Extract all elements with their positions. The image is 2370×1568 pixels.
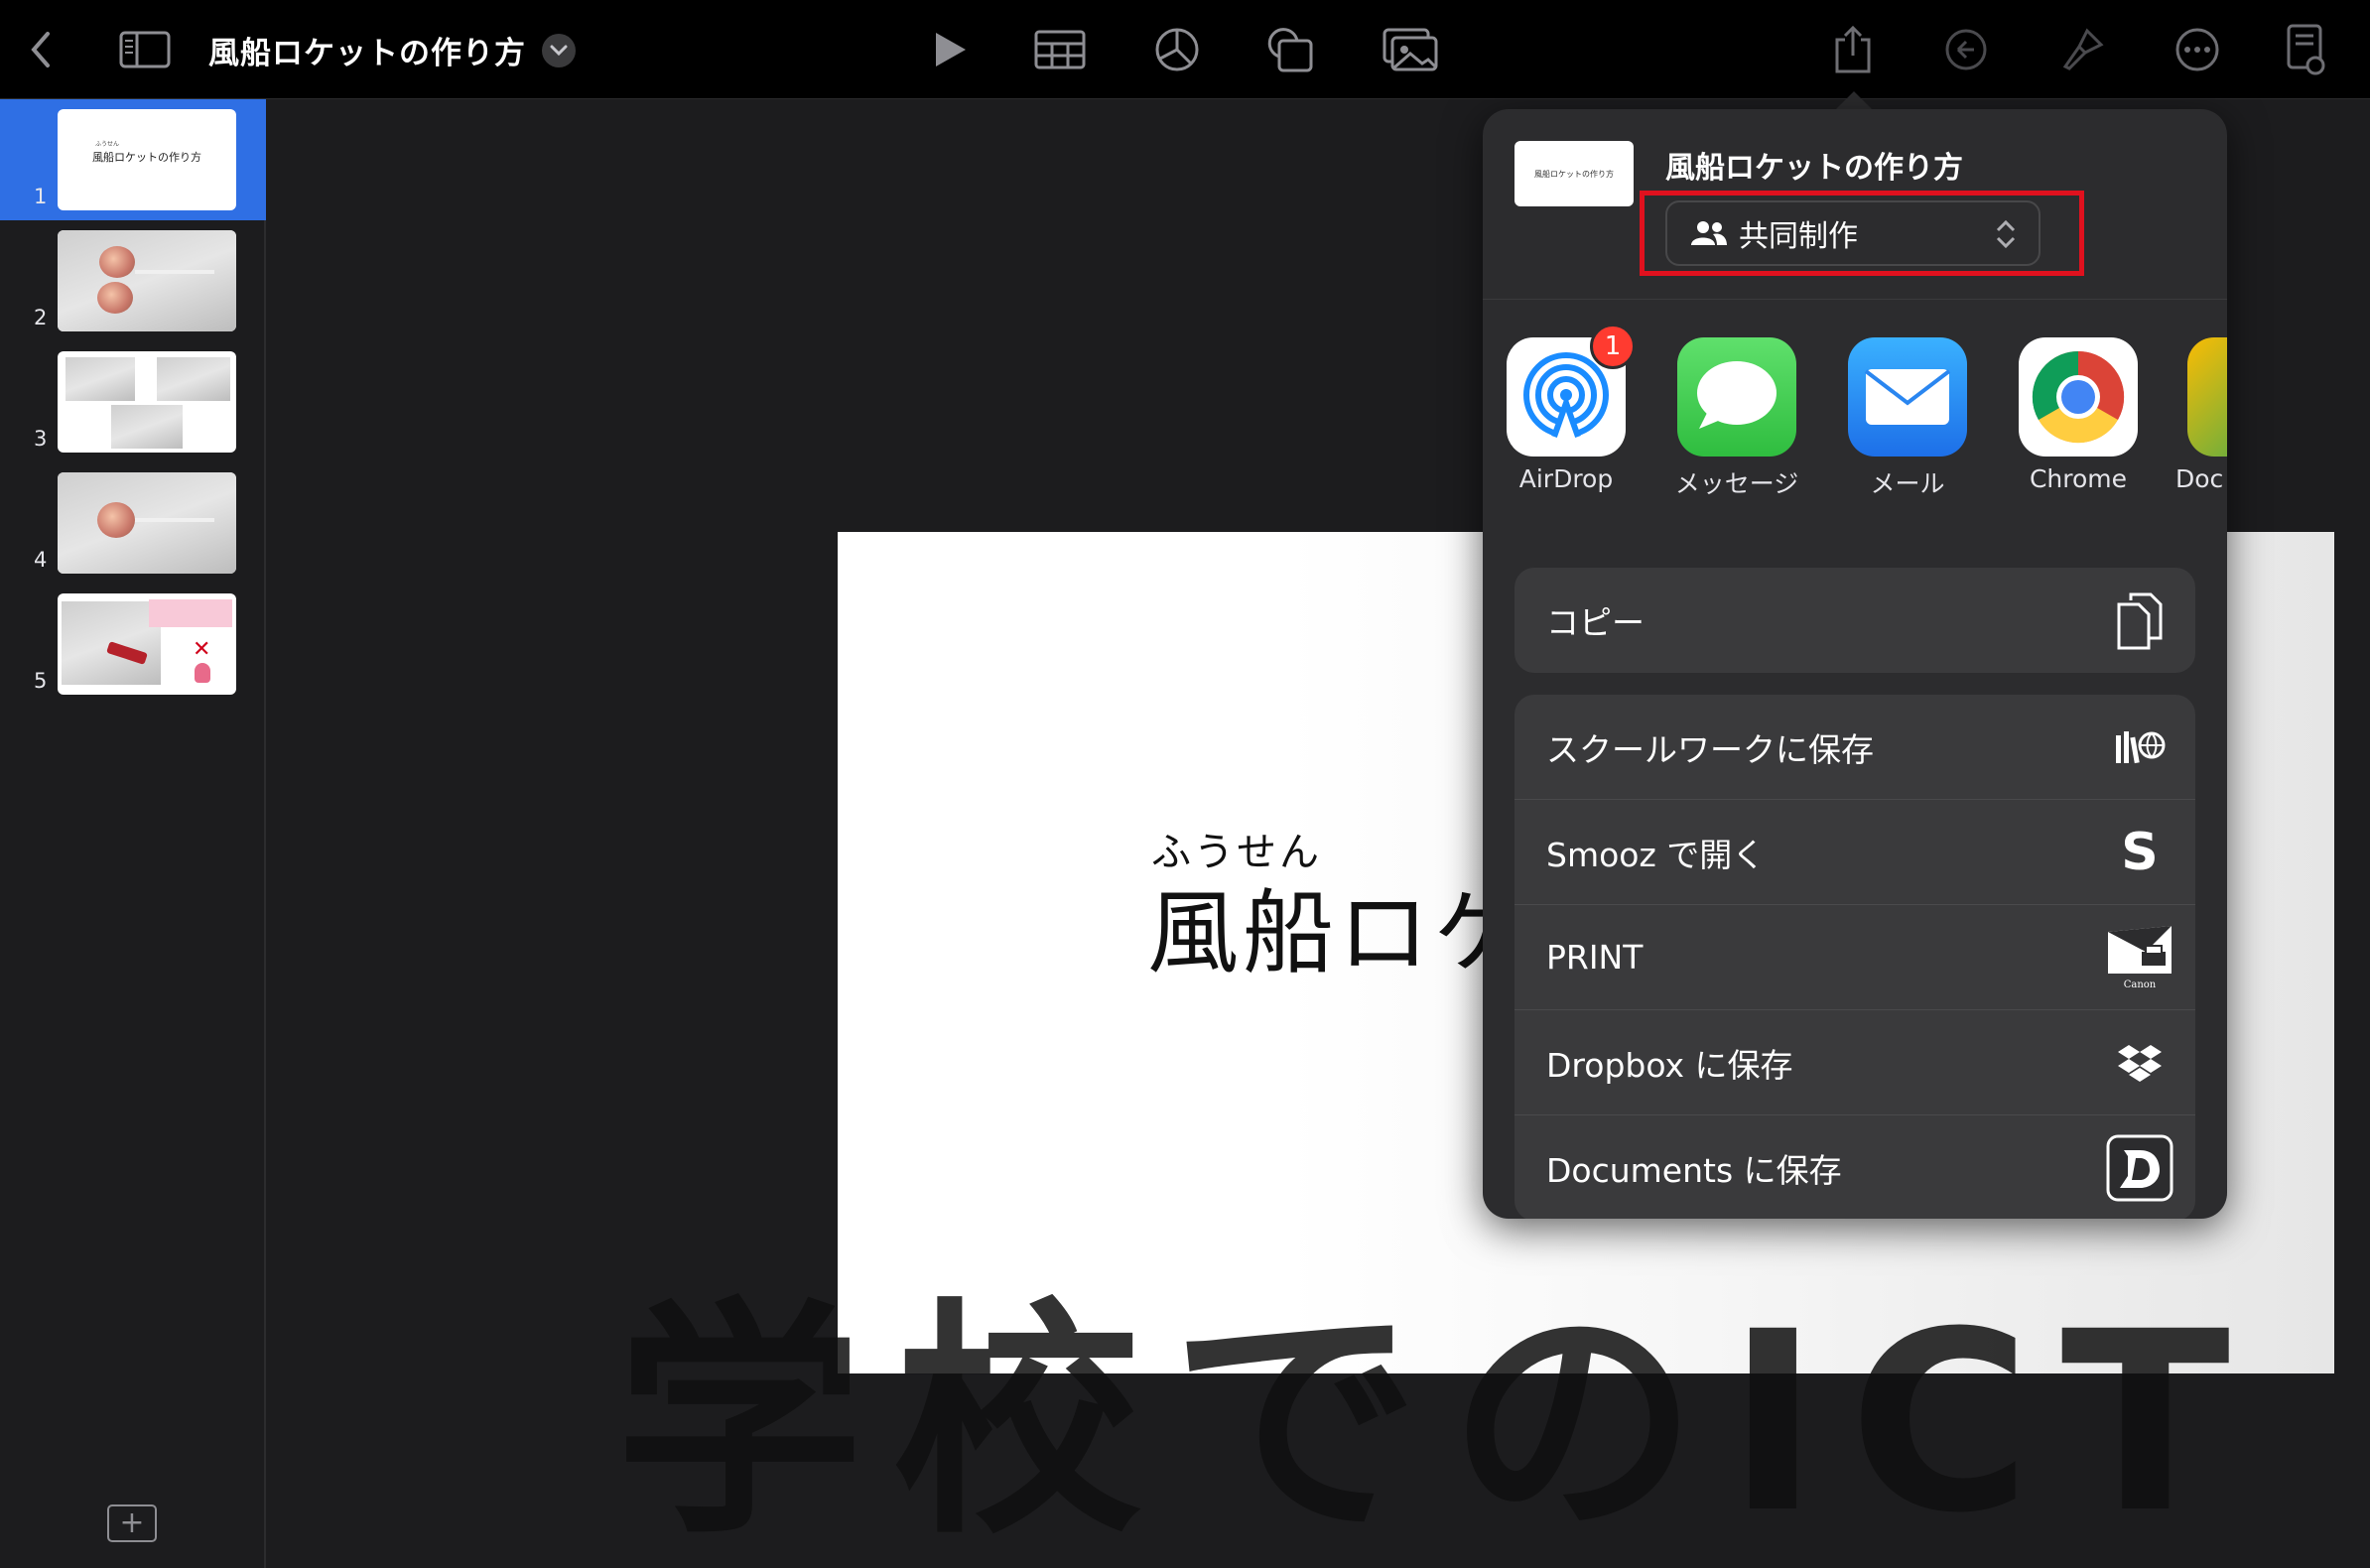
x-mark-icon: ✕ <box>193 637 211 662</box>
photo <box>58 472 236 574</box>
straw <box>135 518 214 522</box>
slide-number: 3 <box>34 427 48 451</box>
slide-thumbnail-image: ✕ <box>58 593 236 695</box>
play-icon[interactable] <box>929 22 973 77</box>
slide-thumbnail[interactable]: 3 <box>0 341 266 462</box>
straw <box>135 270 214 274</box>
share-icon[interactable] <box>1832 22 1874 77</box>
balloon-image <box>97 282 133 314</box>
slide-number: 5 <box>34 669 48 693</box>
photo <box>66 357 135 401</box>
plus-icon: + <box>119 1505 145 1540</box>
thumb-title: 風船ロケットの作り方 <box>92 151 201 164</box>
copy-group: コピー <box>1514 568 2195 673</box>
share-thumb-title: 風船ロケットの作り方 <box>1534 169 1614 179</box>
action-label: Smooz で開く <box>1546 835 1766 874</box>
paintbrush-icon[interactable] <box>2058 22 2106 77</box>
action-dropbox[interactable]: Dropbox に保存 <box>1514 1010 2195 1115</box>
undo-icon[interactable] <box>1943 22 1989 77</box>
photo <box>58 230 236 331</box>
app-label: メール <box>1870 469 1945 498</box>
share-app-chrome[interactable]: Chrome <box>2005 337 2152 493</box>
canon-print-icon: Canon <box>2106 924 2173 991</box>
table-icon[interactable] <box>1034 22 1086 77</box>
action-label: Documents に保存 <box>1546 1151 1842 1190</box>
popover-arrow <box>1834 91 1874 111</box>
action-label: PRINT <box>1546 938 1644 977</box>
slide-thumbnail[interactable]: 2 <box>0 220 266 341</box>
share-app-mail[interactable]: メール <box>1834 337 1981 500</box>
notification-badge: 1 <box>1590 324 1636 369</box>
photo <box>111 405 183 449</box>
action-label: スクールワークに保存 <box>1546 729 1874 769</box>
media-icon[interactable] <box>1382 22 1439 77</box>
document-title[interactable]: 風船ロケットの作り方 <box>208 24 526 75</box>
slide-thumbnail-image <box>58 351 236 453</box>
action-label: Dropbox に保存 <box>1546 1045 1793 1085</box>
copy-action[interactable]: コピー <box>1514 568 2195 673</box>
document-icon[interactable] <box>2285 22 2328 77</box>
action-schoolwork[interactable]: スクールワークに保存 <box>1514 695 2195 800</box>
mail-icon <box>1848 337 1967 457</box>
chevron-left-icon[interactable] <box>20 22 60 77</box>
documents-icon <box>2106 1134 2173 1202</box>
smooz-icon: S <box>2121 822 2159 882</box>
dropbox-icon <box>2106 1029 2173 1097</box>
slide-thumbnail[interactable]: ✕ 5 <box>0 584 266 705</box>
airdrop-icon: 1 <box>1507 324 1636 457</box>
svg-text:Canon: Canon <box>2124 980 2157 990</box>
app-label: Doc <box>2175 464 2224 493</box>
share-app-messages[interactable]: メッセージ <box>1663 337 1810 500</box>
balloon-image <box>99 246 135 278</box>
share-doc-thumbnail: 風船ロケットの作り方 <box>1514 141 1634 206</box>
app-label: AirDrop <box>1518 464 1614 493</box>
toolbar: 風船ロケットの作り方 <box>0 0 2370 99</box>
slide-thumbnail-image <box>58 472 236 574</box>
app-label: メッセージ <box>1674 469 1799 498</box>
sidebar-icon[interactable] <box>117 22 173 77</box>
actions-group: スクールワークに保存 Smooz で開く S PRINT Canon Dropb… <box>1514 695 2195 1219</box>
copy-label: コピー <box>1546 603 1645 642</box>
note-box <box>149 599 232 627</box>
slide-thumbnail-image: ふうせん 風船ロケットの作り方 <box>58 109 236 210</box>
highlight-annotation <box>1640 191 2084 276</box>
action-smooz[interactable]: Smooz で開く S <box>1514 800 2195 905</box>
app-label: Chrome <box>2029 464 2128 493</box>
slide-number: 2 <box>34 306 48 329</box>
messages-icon <box>1677 337 1796 457</box>
balloon-image <box>97 502 135 538</box>
share-app-airdrop[interactable]: 1 AirDrop <box>1493 324 1640 493</box>
slide-thumbnail[interactable]: ふうせん 風船ロケットの作り方 1 <box>0 99 266 220</box>
share-doc-title: 風船ロケットの作り方 <box>1665 151 1963 186</box>
shape-icon[interactable] <box>1264 22 1316 77</box>
person-icon <box>195 663 210 683</box>
schoolwork-icon <box>2106 714 2173 781</box>
slide-thumbnail-image <box>58 230 236 331</box>
copy-icon <box>2106 587 2173 654</box>
slide-thumbnail[interactable]: 4 <box>0 462 266 584</box>
share-app-docs[interactable]: Doc <box>2173 337 2227 493</box>
chart-icon[interactable] <box>1153 22 1201 77</box>
chevron-down-icon[interactable] <box>542 34 576 67</box>
action-print[interactable]: PRINT Canon <box>1514 905 2195 1010</box>
add-slide-button[interactable]: + <box>107 1504 157 1542</box>
ellipsis-icon[interactable] <box>2173 22 2221 77</box>
watermark: 学校でのICT <box>615 1278 2261 1567</box>
share-apps-row: 1 AirDrop メッセージ メール Chrome Doc <box>1483 324 2227 516</box>
slide-number: 1 <box>34 185 48 208</box>
action-documents[interactable]: Documents に保存 <box>1514 1115 2195 1219</box>
thumb-ruby: ふうせん <box>95 141 120 148</box>
slide-navigator: ふうせん 風船ロケットの作り方 1 2 3 4 ✕ 5 <box>0 99 266 1568</box>
photo <box>157 357 230 401</box>
slide-number: 4 <box>34 548 48 572</box>
chrome-icon <box>2019 337 2138 457</box>
docs-icon <box>2187 337 2227 457</box>
